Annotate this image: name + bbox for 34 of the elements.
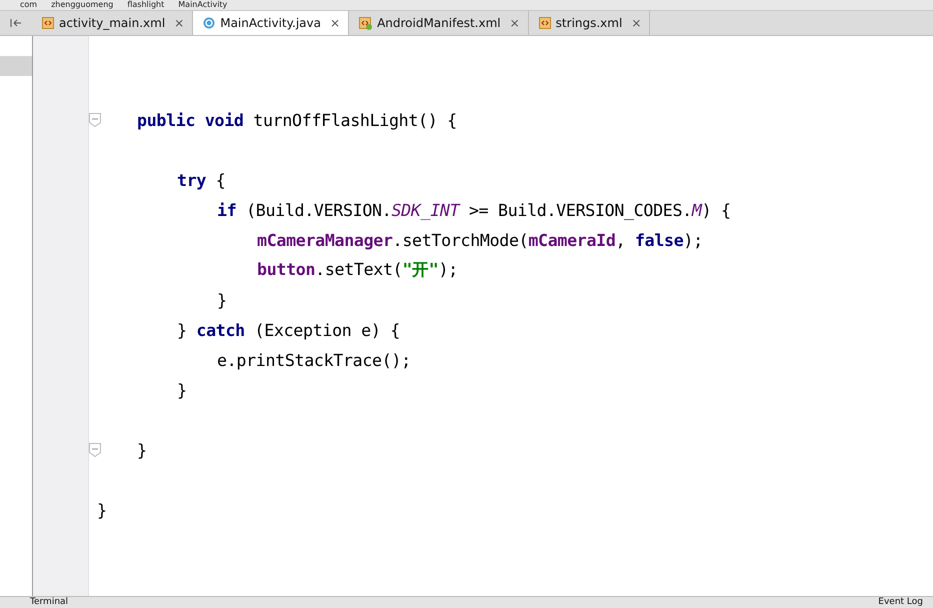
editor-tab[interactable]: strings.xml ×	[528, 11, 650, 35]
code-line: }	[177, 380, 187, 400]
code-line: try {	[177, 170, 226, 190]
breadcrumb-item[interactable]: flashlight	[127, 0, 164, 10]
code-line: e.printStackTrace();	[217, 350, 411, 370]
pin-left-icon[interactable]	[10, 18, 22, 28]
fold-marker-icon[interactable]	[89, 443, 101, 457]
fold-marker-icon[interactable]	[89, 113, 101, 127]
event-log-tab[interactable]: Event Log	[878, 597, 923, 608]
code-line: public void turnOffFlashLight() {	[137, 110, 457, 130]
tab-label: activity_main.xml	[59, 16, 166, 30]
xml-file-icon	[538, 17, 551, 29]
code-line: }	[217, 290, 227, 310]
code-line: button.setText("开");	[257, 259, 458, 281]
close-tab-icon[interactable]: ×	[510, 16, 520, 30]
close-tab-icon[interactable]: ×	[330, 16, 340, 30]
breadcrumb-item[interactable]: zhengguomeng	[51, 0, 114, 10]
code-line: if (Build.VERSION.SDK_INT >= Build.VERSION_CODES.M) {	[217, 200, 731, 220]
breadcrumb-item[interactable]: com	[20, 0, 38, 10]
code-line: }	[97, 500, 107, 520]
tab-label: strings.xml	[556, 16, 622, 30]
terminal-tab[interactable]: Terminal	[30, 597, 68, 608]
xml-file-icon	[42, 17, 54, 29]
code-line: } catch (Exception e) {	[177, 320, 400, 340]
close-tab-icon[interactable]: ×	[174, 16, 184, 30]
manifest-file-icon	[359, 16, 372, 30]
code-line: mCameraManager.setTorchMode(mCameraId, false);	[257, 230, 703, 250]
code-line: }	[137, 440, 147, 460]
tab-label: AndroidManifest.xml	[377, 16, 501, 30]
editor-tab[interactable]: MainActivity.java ×	[193, 11, 350, 35]
close-tab-icon[interactable]: ×	[631, 16, 642, 30]
tab-label: MainActivity.java	[220, 16, 321, 30]
breadcrumb-item[interactable]: MainActivity	[178, 0, 228, 10]
class-icon	[203, 17, 216, 29]
